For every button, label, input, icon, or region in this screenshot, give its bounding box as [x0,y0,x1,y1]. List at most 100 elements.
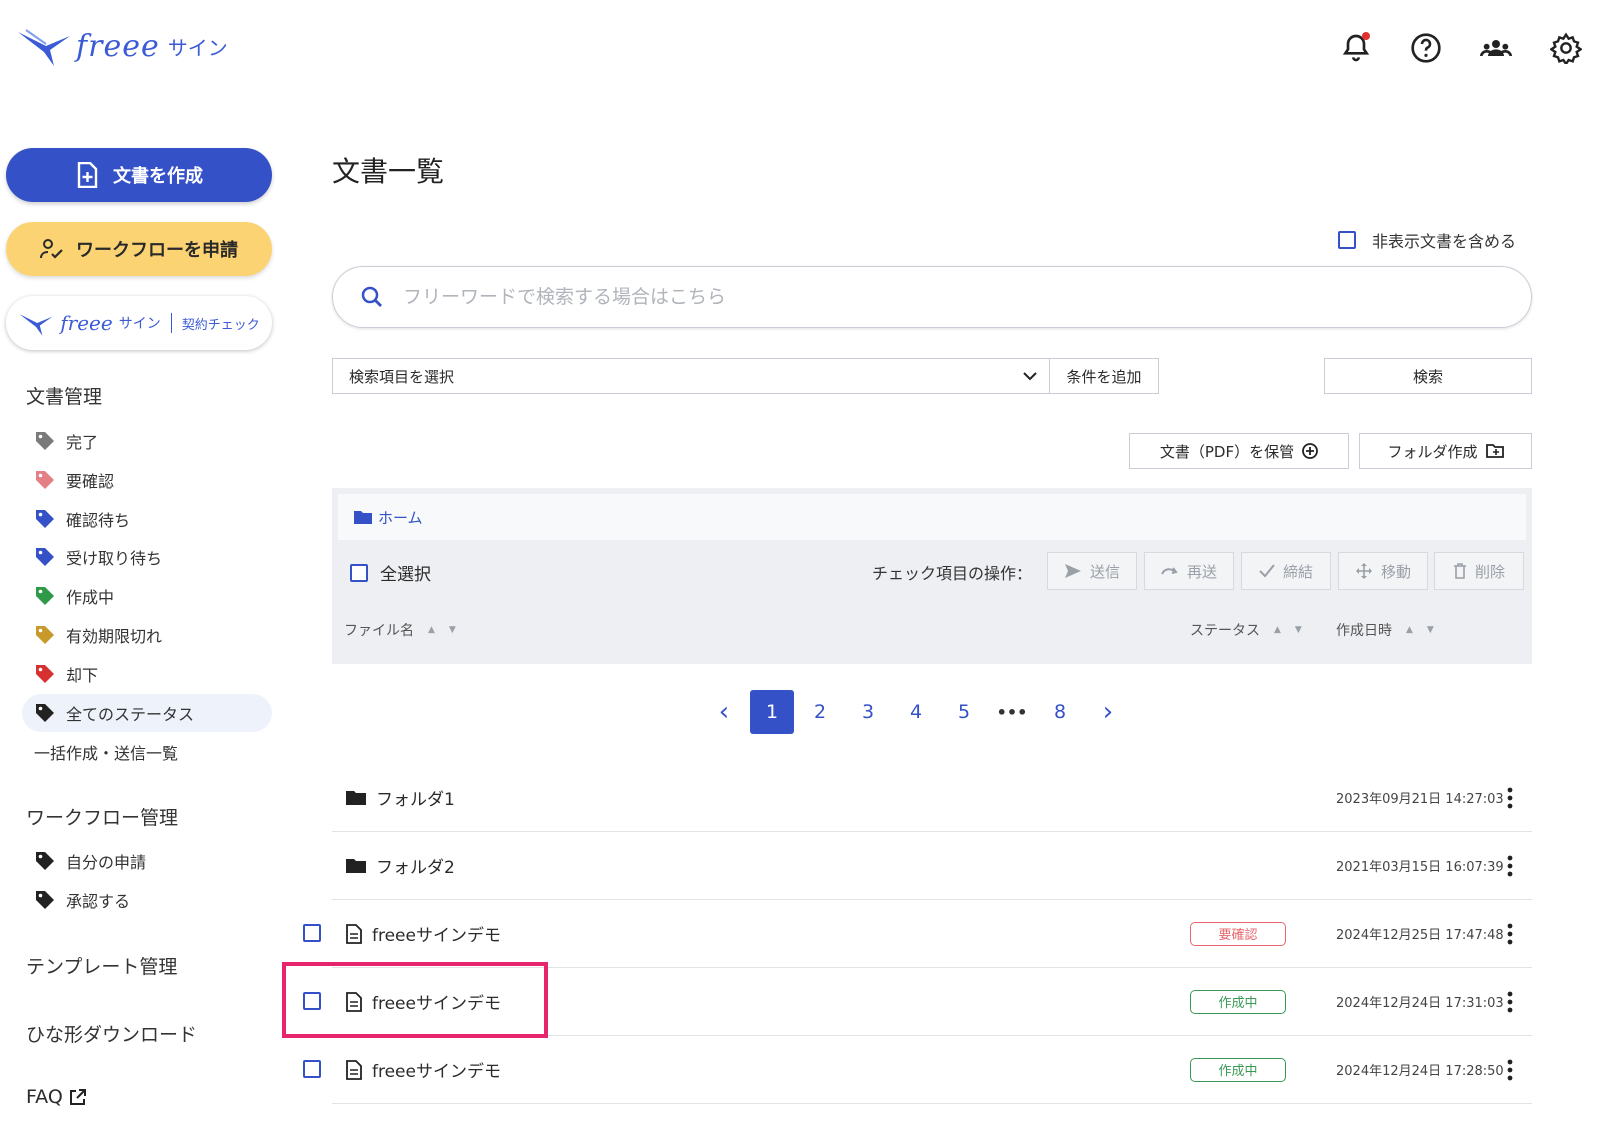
table-row[interactable]: フォルダ2 2021年03月15日 16:07:39 [332,832,1532,900]
search-button[interactable]: 検索 [1324,358,1532,394]
plus-circle-icon [1302,443,1319,459]
template-management-link[interactable]: テンプレート管理 [26,952,177,979]
sidebar-workflow-item[interactable]: 承認する [22,881,272,919]
sort-asc-icon[interactable]: ▲ [1406,625,1413,635]
table-row[interactable]: フォルダ1 2023年09月21日 14:27:03 [332,764,1532,832]
folder-plus-icon [1485,444,1504,458]
row-name-label: freeeサインデモ [372,1062,501,1082]
send-button[interactable]: 送信 [1047,552,1137,590]
sort-asc-icon[interactable]: ▲ [428,625,435,635]
faq-link[interactable]: FAQ [26,1086,87,1108]
more-options-kebab-icon[interactable] [1506,1058,1514,1082]
select-all-control[interactable]: 全選択 [350,560,431,585]
row-name-label: freeeサインデモ [372,926,501,946]
tag-icon [36,703,54,722]
sort-asc-icon[interactable]: ▲ [1274,625,1281,635]
apply-workflow-button[interactable]: ワークフローを申請 [6,222,272,276]
sort-desc-icon[interactable]: ▼ [1295,625,1302,635]
sidebar-workflow-item[interactable]: 自分の申請 [22,842,272,880]
search-icon [361,286,382,307]
freee-sign-logo[interactable]: freee サイン [16,24,228,68]
status-badge: 要確認 [1190,921,1286,946]
search-field-select-value: 検索項目を選択 [349,367,455,386]
sidebar-status-item[interactable]: 完了 [22,422,272,460]
more-options-kebab-icon[interactable] [1506,990,1514,1014]
sidebar-status-item[interactable]: 確認待ち [22,500,272,538]
sidebar-status-item[interactable]: 却下 [22,655,272,693]
sort-desc-icon[interactable]: ▼ [449,625,456,635]
row-name[interactable]: freeeサインデモ [346,921,501,946]
select-all-checkbox[interactable] [350,563,368,582]
column-header-created[interactable]: 作成日時 ▲ ▼ [1336,620,1434,640]
breadcrumb-home[interactable]: ホーム [378,507,423,528]
sidebar-status-label: 受け取り待ち [66,549,163,569]
conclude-label: 締結 [1282,562,1313,581]
sidebar-status-item[interactable]: 要確認 [22,461,272,499]
delete-button[interactable]: 削除 [1434,552,1524,590]
tag-icon [36,548,54,567]
row-created-date: 2024年12月24日 17:28:50 [1336,1064,1504,1079]
row-name-label: フォルダ1 [376,790,455,810]
more-options-kebab-icon[interactable] [1506,786,1514,810]
page-4-button[interactable]: 4 [892,690,940,734]
store-pdf-button[interactable]: 文書（PDF）を保管 [1129,433,1349,469]
prev-page-chevron-left-icon[interactable]: ‹ [700,690,748,734]
resend-button[interactable]: 再送 [1144,552,1234,590]
row-checkbox[interactable] [303,924,321,942]
freeword-search-input[interactable] [403,286,1403,308]
column-header-status[interactable]: ステータス ▲ ▼ [1190,620,1302,640]
sidebar-status-label: 要確認 [66,471,115,491]
more-options-kebab-icon[interactable] [1506,922,1514,946]
page-5-button[interactable]: 5 [940,690,988,734]
add-condition-button[interactable]: 条件を追加 [1049,358,1159,394]
team-icon[interactable] [1476,28,1516,68]
pagination: ‹ 1 2 3 4 5 ••• 8 › [700,690,1132,734]
sidebar-status-label: 却下 [66,665,99,685]
page-8-button[interactable]: 8 [1036,690,1084,734]
create-folder-label: フォルダ作成 [1387,442,1478,461]
create-document-button[interactable]: 文書を作成 [6,148,272,202]
search-field-select[interactable]: 検索項目を選択 [332,358,1050,394]
row-created-date: 2021年03月15日 16:07:39 [1336,860,1504,875]
page-3-button[interactable]: 3 [844,690,892,734]
settings-gear-icon[interactable] [1546,28,1586,68]
user-check-icon [40,239,63,259]
tag-icon [36,891,54,909]
move-label: 移動 [1380,562,1411,581]
page-1-button[interactable]: 1 [750,690,794,734]
conclude-button[interactable]: 締結 [1241,552,1331,590]
freeword-search-bar[interactable] [332,266,1532,328]
sidebar-status-item[interactable]: 受け取り待ち [22,538,272,576]
include-hidden-checkbox[interactable] [1337,231,1356,249]
column-header-file-name[interactable]: ファイル名 ▲ ▼ [344,620,456,640]
template-download-link[interactable]: ひな形ダウンロード [26,1020,197,1047]
create-folder-button[interactable]: フォルダ作成 [1359,433,1532,469]
help-icon[interactable] [1406,28,1446,68]
row-checkbox[interactable] [303,1060,321,1078]
include-hidden-docs-toggle[interactable]: 非表示文書を含める [1337,228,1516,252]
row-created-date: 2024年12月24日 17:31:03 [1336,996,1504,1011]
row-name[interactable]: フォルダ2 [346,853,455,878]
row-name[interactable]: フォルダ1 [346,785,455,810]
table-row[interactable]: freeeサインデモ 作成中 2024年12月24日 17:28:50 [332,1036,1532,1104]
sidebar-status-item[interactable]: 全てのステータス [22,693,272,732]
sidebar-workflow-label: 承認する [66,892,131,911]
table-row[interactable]: freeeサインデモ 要確認 2024年12月25日 17:47:48 [332,900,1532,968]
page-2-button[interactable]: 2 [796,690,844,734]
more-options-kebab-icon[interactable] [1506,854,1514,878]
move-button[interactable]: 移動 [1338,552,1428,590]
row-name[interactable]: freeeサインデモ [346,1057,501,1082]
create-document-label: 文書を作成 [113,166,203,187]
sidebar-status-label: 確認待ち [66,510,131,530]
sidebar-status-item[interactable]: 作成中 [22,577,272,615]
add-document-icon [77,162,98,188]
workflow-management-heading: ワークフロー管理 [26,807,179,829]
sort-desc-icon[interactable]: ▼ [1427,625,1434,635]
tag-icon [36,587,54,606]
contract-check-button[interactable]: freee サイン 契約チェック [6,296,272,350]
notification-bell-icon[interactable] [1336,28,1376,68]
next-page-chevron-right-icon[interactable]: › [1084,690,1132,734]
sidebar-status-item[interactable]: 有効期限切れ [22,616,272,654]
bulk-create-send-list-link[interactable]: 一括作成・送信一覧 [34,740,178,764]
created-column-label: 作成日時 [1336,623,1392,639]
